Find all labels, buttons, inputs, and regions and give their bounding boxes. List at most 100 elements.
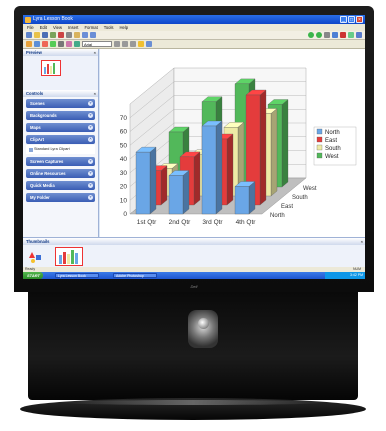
taskbar-item-lyra[interactable]: Lyra Lesson Book: [55, 273, 99, 278]
standard-toolbar: [23, 31, 365, 40]
control-my-folder[interactable]: My Folder ˅: [26, 193, 95, 202]
menu-format[interactable]: Format: [84, 24, 97, 31]
new-icon[interactable]: [26, 32, 32, 38]
title-bar: Lyra Lesson Book _ □ ×: [23, 15, 365, 24]
chart-y-tick-label: 50: [120, 142, 128, 149]
controls-panel-header: Controls ×: [23, 90, 98, 97]
web-icon[interactable]: [332, 32, 338, 38]
chevron-up-icon[interactable]: ˄: [88, 137, 93, 142]
chart-y-tick-label: 60: [120, 129, 128, 136]
control-screen-captures[interactable]: Screen Captures ˅: [26, 157, 95, 166]
paste-icon[interactable]: [74, 32, 80, 38]
control-scenes[interactable]: Scenes ˅: [26, 99, 95, 108]
control-online-resources[interactable]: Online Resources ˅: [26, 169, 95, 178]
thumbnails-panel: Thumbnails ×: [23, 237, 365, 267]
chart-x-tick-label: 2nd Qtr: [169, 219, 192, 226]
chart-bar: [201, 125, 217, 215]
screen: Lyra Lesson Book _ □ × File Edit View In…: [23, 15, 365, 279]
chevron-down-icon[interactable]: ˅: [88, 195, 93, 200]
chart-y-tick-label: 30: [120, 170, 128, 177]
chevron-down-icon[interactable]: ˅: [88, 113, 93, 118]
chart-legend-label: West: [325, 154, 339, 160]
minimize-icon[interactable]: _: [340, 16, 347, 23]
preview-thumbnail[interactable]: [41, 60, 61, 76]
open-icon[interactable]: [34, 32, 40, 38]
close-icon[interactable]: ×: [361, 238, 363, 245]
chevron-down-icon[interactable]: ˅: [88, 101, 93, 106]
status-text: Ready: [25, 267, 36, 271]
menu-file[interactable]: File: [27, 24, 34, 31]
control-label: Scenes: [30, 101, 45, 106]
chart-thumbnail-icon: [59, 250, 78, 264]
camera-lens-icon: [198, 318, 209, 329]
menu-help[interactable]: Help: [120, 24, 129, 31]
font-select[interactable]: Arial: [82, 41, 112, 47]
taskbar-item-photoshop[interactable]: Adobe Photoshop: [113, 273, 157, 278]
close-icon[interactable]: ×: [94, 49, 96, 56]
control-backgrounds[interactable]: Backgrounds ˅: [26, 111, 95, 120]
copy-icon[interactable]: [66, 32, 72, 38]
lesson-canvas[interactable]: 0 10 20 30 40 50 60 70 1st Qtr 2nd Qtr 3rd Qtr 4th …: [100, 49, 365, 237]
pen-icon[interactable]: [34, 41, 40, 47]
control-clipart[interactable]: ClipArt ˄: [26, 135, 95, 144]
chevron-down-icon[interactable]: ˅: [88, 125, 93, 130]
close-icon[interactable]: ×: [94, 90, 96, 97]
slide-thumbnail[interactable]: [55, 247, 83, 266]
chart-bar-side: [215, 120, 223, 215]
chart-bar-side: [248, 181, 256, 215]
close-icon[interactable]: ×: [356, 16, 363, 23]
chart-legend-swatch: [316, 152, 323, 159]
play-icon[interactable]: [308, 32, 314, 38]
control-label: My Folder: [30, 195, 50, 200]
menu-tools[interactable]: Tools: [104, 24, 114, 31]
monitor-frame: Lyra Lesson Book _ □ × File Edit View In…: [14, 6, 374, 292]
chart-x-tick-label: 1st Qtr: [137, 219, 157, 226]
control-label: Screen Captures: [30, 159, 64, 164]
clipart-item[interactable]: Standard Lyra Clipart: [26, 145, 95, 154]
help-icon[interactable]: [348, 32, 354, 38]
pointer-icon[interactable]: [26, 41, 32, 47]
underline-icon[interactable]: [130, 41, 136, 47]
menu-insert[interactable]: Insert: [68, 24, 78, 31]
shape-icon[interactable]: [50, 41, 56, 47]
cut-icon[interactable]: [58, 32, 64, 38]
record-icon[interactable]: [316, 32, 322, 38]
options-icon[interactable]: [356, 32, 362, 38]
redo-icon[interactable]: [90, 32, 96, 38]
print-icon[interactable]: [50, 32, 56, 38]
chevron-down-icon[interactable]: ˅: [88, 159, 93, 164]
italic-icon[interactable]: [122, 41, 128, 47]
preview-panel: [23, 56, 98, 90]
maximize-icon[interactable]: □: [348, 16, 355, 23]
start-button[interactable]: START: [23, 272, 43, 279]
save-icon[interactable]: [42, 32, 48, 38]
chart-bar: [234, 186, 250, 215]
bold-icon[interactable]: [114, 41, 120, 47]
color-icon[interactable]: [146, 41, 152, 47]
chart-depth-label: North: [270, 213, 285, 219]
chart-bar-side: [193, 151, 201, 206]
chart-x-tick-label: 4th Qtr: [236, 219, 257, 226]
highlighter-icon[interactable]: [42, 41, 48, 47]
control-quick-media[interactable]: Quick Media ˅: [26, 181, 95, 190]
text-icon[interactable]: [74, 41, 80, 47]
chart-y-tick-label: 10: [120, 197, 128, 204]
camera-icon[interactable]: [324, 32, 330, 38]
delete-icon[interactable]: [340, 32, 346, 38]
align-icon[interactable]: [138, 41, 144, 47]
menu-view[interactable]: View: [53, 24, 62, 31]
chart-3d-bar: 0 10 20 30 40 50 60 70 1st Qtr 2nd Qtr 3rd Qtr 4th …: [120, 67, 357, 226]
fill-icon[interactable]: [66, 41, 72, 47]
control-maps[interactable]: Maps ˅: [26, 123, 95, 132]
undo-icon[interactable]: [82, 32, 88, 38]
app-icon: [25, 16, 31, 23]
chevron-down-icon[interactable]: ˅: [88, 183, 93, 188]
chart-bar: [135, 151, 151, 215]
chevron-down-icon[interactable]: ˅: [88, 171, 93, 176]
chart-depth-label: South: [292, 195, 308, 201]
menu-edit[interactable]: Edit: [40, 24, 47, 31]
line-icon[interactable]: [58, 41, 64, 47]
chart-bar-side: [259, 89, 267, 206]
taskbar: START Lyra Lesson Book Adobe Photoshop 3…: [23, 272, 365, 279]
menu-bar: File Edit View Insert Format Tools Help: [23, 24, 365, 31]
